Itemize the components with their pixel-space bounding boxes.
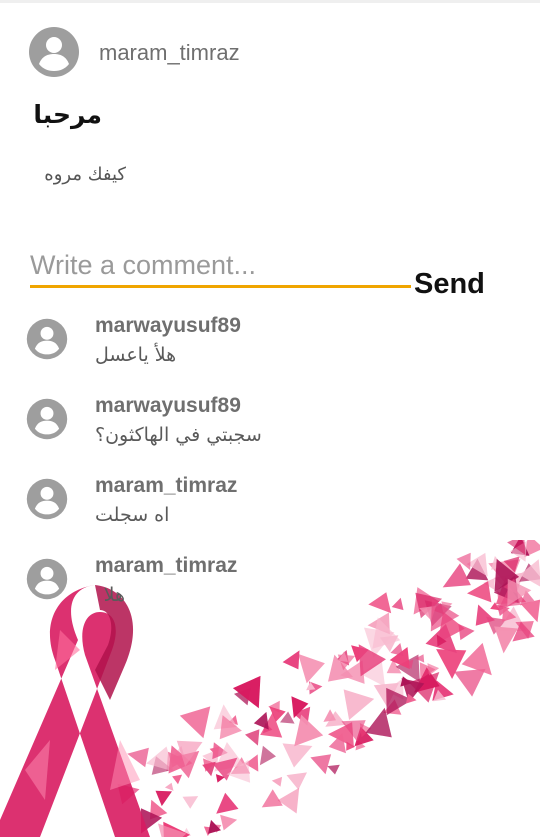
- comment-avatar-icon[interactable]: [26, 478, 68, 520]
- confetti-triangle: [172, 774, 183, 785]
- comment-username[interactable]: marwayusuf89: [95, 394, 241, 418]
- confetti-triangle: [253, 711, 269, 730]
- post-author-name[interactable]: maram_timraz: [99, 40, 240, 66]
- comment-avatar-icon[interactable]: [26, 398, 68, 440]
- confetti-triangle: [282, 650, 300, 670]
- confetti-triangle: [182, 796, 199, 809]
- confetti-triangle: [259, 745, 276, 766]
- confetti-triangle: [245, 729, 260, 746]
- confetti-triangle: [519, 559, 540, 587]
- comment-text: هلا: [103, 584, 125, 606]
- comment-username[interactable]: maram_timraz: [95, 554, 237, 578]
- confetti-triangle: [271, 776, 283, 787]
- post-author-avatar-icon[interactable]: [28, 26, 80, 78]
- confetti-triangle: [179, 706, 211, 739]
- top-divider: [0, 0, 540, 3]
- confetti-triangle: [467, 581, 492, 603]
- triangle-confetti: [117, 540, 540, 837]
- comment-input[interactable]: [30, 246, 410, 284]
- comment-text: اه سجلت: [95, 504, 170, 526]
- comment-avatar-icon[interactable]: [26, 318, 68, 360]
- comment-text: هلأ ياعسل: [95, 344, 177, 366]
- post-body: كيفك مروه: [44, 164, 126, 185]
- comment-username[interactable]: maram_timraz: [95, 474, 237, 498]
- send-button[interactable]: Send: [414, 262, 514, 306]
- pink-ribbon-illustration: [0, 540, 540, 837]
- awareness-ribbon: [0, 585, 150, 837]
- confetti-triangle: [261, 789, 283, 808]
- comment-input-underline: [30, 285, 411, 288]
- confetti-triangle: [216, 792, 239, 814]
- confetti-triangle: [368, 592, 392, 614]
- confetti-triangle: [277, 787, 300, 814]
- confetti-triangle: [286, 772, 307, 790]
- confetti-triangle: [282, 743, 313, 768]
- comment-text: سجبتي في الهاكثون؟: [95, 424, 262, 446]
- confetti-triangle: [327, 764, 340, 775]
- confetti-triangle: [298, 653, 325, 684]
- confetti-triangle: [158, 823, 187, 837]
- comment-avatar-icon[interactable]: [26, 558, 68, 600]
- confetti-triangle: [164, 782, 174, 791]
- confetti-triangle: [343, 689, 375, 720]
- confetti-triangle: [391, 597, 404, 611]
- confetti-triangle: [220, 814, 238, 831]
- post-title: مرحبا: [33, 100, 102, 129]
- confetti-triangle: [454, 668, 486, 697]
- confetti-triangle: [310, 754, 332, 775]
- confetti-triangle: [294, 714, 324, 747]
- comment-username[interactable]: marwayusuf89: [95, 314, 241, 338]
- confetti-triangle: [155, 790, 172, 807]
